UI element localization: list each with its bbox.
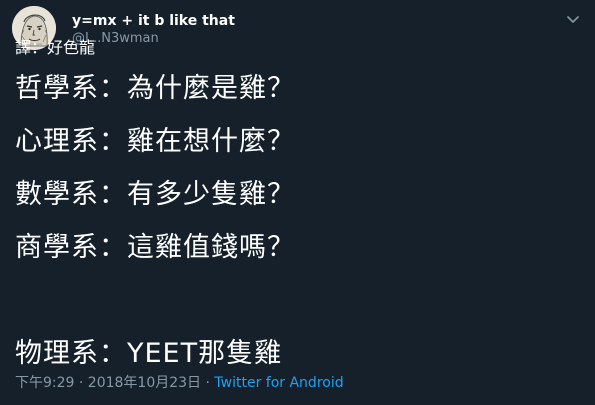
- timestamp[interactable]: 下午9:29 · 2018年10月23日 ·: [15, 375, 214, 391]
- tweet-line-math: 數學系：有多少隻雞？: [15, 179, 295, 210]
- tweet-meta: 下午9:29 · 2018年10月23日 · Twitter for Andro…: [15, 374, 344, 392]
- tweet-line-philosophy: 哲學系：為什麼是雞？: [15, 73, 295, 104]
- tweet-line-business: 商學系：這雞值錢嗎？: [15, 232, 295, 263]
- source-link[interactable]: Twitter for Android: [214, 375, 343, 391]
- tweet-card: y=mx + it b like that @I...N3wman 譯：好色龍 …: [0, 0, 595, 405]
- tweet-line-psychology: 心理系：雞在想什麼？: [15, 126, 295, 157]
- display-name[interactable]: y=mx + it b like that: [72, 12, 235, 30]
- tweet-text: 哲學系：為什麼是雞？ 心理系：雞在想什麼？ 數學系：有多少隻雞？ 商學系：這雞值…: [15, 62, 580, 380]
- chevron-down-icon[interactable]: [564, 10, 582, 28]
- translator-note: 譯：好色龍: [15, 38, 96, 57]
- tweet-line-physics: 物理系：YEET那隻雞: [15, 338, 283, 369]
